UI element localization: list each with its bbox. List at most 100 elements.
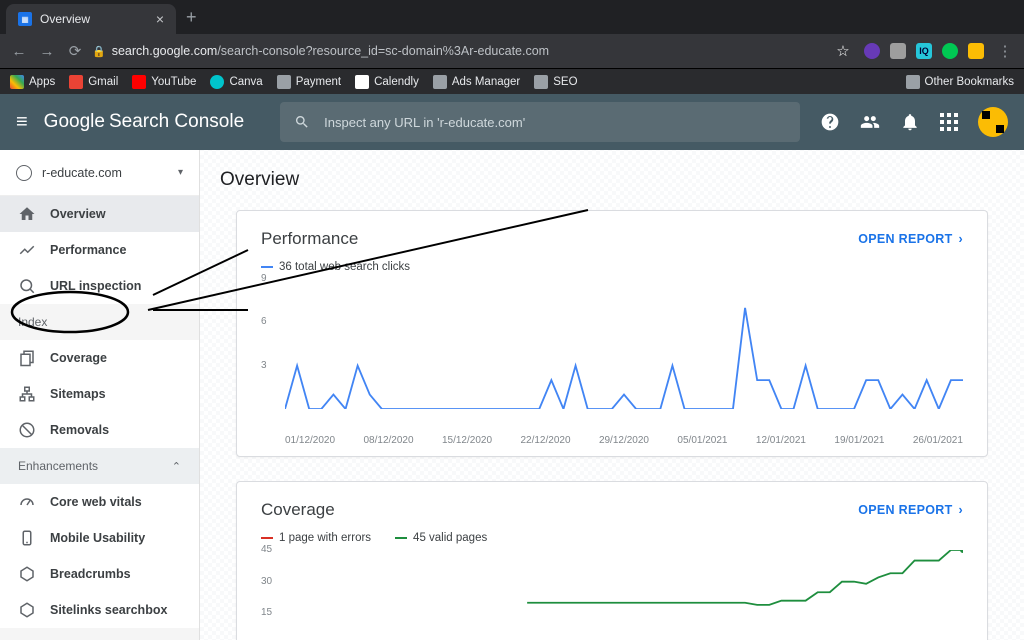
- property-name: r-educate.com: [42, 166, 122, 180]
- coverage-card: Coverage OPEN REPORT› 1 page with errors…: [236, 481, 988, 640]
- back-icon[interactable]: ←: [8, 40, 30, 62]
- xtick: 19/01/2021: [834, 435, 884, 446]
- hamburger-icon[interactable]: ≡: [16, 111, 28, 134]
- tab-bar: ▦ Overview × +: [0, 0, 1024, 34]
- address-bar: ← → ⟳ 🔒 search.google.com /search-consol…: [0, 34, 1024, 68]
- close-icon[interactable]: ×: [156, 11, 164, 27]
- sidebar-item-mobile-usability[interactable]: Mobile Usability: [0, 520, 199, 556]
- ytick: 15: [261, 607, 272, 618]
- gauge-icon: [18, 493, 36, 511]
- perf-legend: 36 total web search clicks: [261, 261, 963, 273]
- bk-ads[interactable]: Ads Manager: [433, 75, 520, 89]
- cov-chart: 153045: [261, 550, 963, 640]
- sidebar-item-breadcrumbs[interactable]: Breadcrumbs: [0, 556, 199, 592]
- bk-seo[interactable]: SEO: [534, 75, 577, 89]
- cov-legend: 1 page with errors 45 valid pages: [261, 532, 963, 544]
- sidebar-item-coverage[interactable]: Coverage: [0, 340, 199, 376]
- tab-title: Overview: [40, 12, 90, 26]
- chevron-right-icon: ›: [959, 232, 963, 246]
- favicon-icon: ▦: [18, 12, 32, 26]
- other-bookmarks[interactable]: Other Bookmarks: [906, 75, 1014, 89]
- sidebar-item-sitelinks-searchbox[interactable]: Sitelinks searchbox: [0, 592, 199, 628]
- sidebar-item-removals[interactable]: Removals: [0, 412, 199, 448]
- section-enhancements[interactable]: Enhancements⌃: [0, 448, 199, 484]
- url-field[interactable]: 🔒 search.google.com /search-console?reso…: [92, 44, 826, 58]
- perf-chart: 369: [261, 279, 963, 429]
- page-title: Overview: [200, 150, 1024, 210]
- ytick: 6: [261, 316, 267, 327]
- bk-apps[interactable]: Apps: [10, 75, 55, 89]
- section-security[interactable]: Security & Manual Actions⌄: [0, 628, 199, 640]
- sidebar: r-educate.com ▾ Overview Performance URL i…: [0, 150, 200, 640]
- bell-icon[interactable]: [900, 112, 920, 132]
- xtick: 15/12/2020: [442, 435, 492, 446]
- bk-youtube[interactable]: YouTube: [132, 75, 196, 89]
- xtick: 12/01/2021: [756, 435, 806, 446]
- ext-icon[interactable]: IQ: [916, 43, 932, 59]
- ytick: 3: [261, 360, 267, 371]
- section-index: Index: [0, 304, 199, 340]
- chevron-right-icon: ›: [959, 503, 963, 517]
- menu-icon[interactable]: ⋮: [994, 40, 1016, 62]
- new-tab-button[interactable]: +: [176, 7, 207, 34]
- browser-tab[interactable]: ▦ Overview ×: [6, 4, 176, 34]
- inspect-placeholder: Inspect any URL in 'r-educate.com': [324, 115, 525, 130]
- browser-chrome: ▦ Overview × + ← → ⟳ 🔒 search.google.com…: [0, 0, 1024, 94]
- bk-canva[interactable]: Canva: [210, 75, 262, 89]
- xtick: 05/01/2021: [677, 435, 727, 446]
- sidebar-item-sitemaps[interactable]: Sitemaps: [0, 376, 199, 412]
- performance-card: Performance OPEN REPORT› 36 total web se…: [236, 210, 988, 457]
- bk-payment[interactable]: Payment: [277, 75, 341, 89]
- sidebar-item-label: Core web vitals: [50, 495, 142, 509]
- xtick: 01/12/2020: [285, 435, 335, 446]
- ext-icon[interactable]: [890, 43, 906, 59]
- card-title: Performance: [261, 229, 358, 249]
- lock-icon: 🔒: [92, 45, 106, 58]
- chevron-up-icon: ⌃: [172, 460, 181, 473]
- avatar[interactable]: [978, 107, 1008, 137]
- people-icon[interactable]: [860, 112, 880, 132]
- star-icon[interactable]: ☆: [832, 40, 854, 62]
- forward-icon[interactable]: →: [36, 40, 58, 62]
- logo-google: Google: [44, 111, 105, 133]
- sidebar-item-label: Mobile Usability: [50, 531, 145, 545]
- globe-icon: [16, 165, 32, 181]
- ytick: 30: [261, 576, 272, 587]
- ext-icon[interactable]: [864, 43, 880, 59]
- chevron-down-icon: ▾: [178, 167, 183, 178]
- sitemap-icon: [18, 385, 36, 403]
- ytick: 9: [261, 273, 267, 284]
- sidebar-item-label: Performance: [50, 243, 126, 257]
- logo: Google Search Console: [44, 111, 244, 133]
- apps-icon[interactable]: [940, 113, 958, 131]
- sidebar-item-label: Sitelinks searchbox: [50, 603, 167, 617]
- open-report-link[interactable]: OPEN REPORT›: [858, 232, 963, 246]
- sidebar-item-url-inspection[interactable]: URL inspection: [0, 268, 199, 304]
- sidebar-item-core-web-vitals[interactable]: Core web vitals: [0, 484, 199, 520]
- sidebar-item-overview[interactable]: Overview: [0, 196, 199, 232]
- content-area: Overview Performance OPEN REPORT› 36 tot…: [200, 150, 1024, 640]
- xtick: 29/12/2020: [599, 435, 649, 446]
- ext-icon[interactable]: [968, 43, 984, 59]
- sidebar-item-label: Overview: [50, 207, 106, 221]
- open-report-link[interactable]: OPEN REPORT›: [858, 503, 963, 517]
- bk-calendly[interactable]: Calendly: [355, 75, 419, 89]
- xtick: 22/12/2020: [520, 435, 570, 446]
- url-icon: [18, 277, 36, 295]
- sidebar-item-label: Sitemaps: [50, 387, 106, 401]
- reload-icon[interactable]: ⟳: [64, 40, 86, 62]
- property-selector[interactable]: r-educate.com ▾: [0, 150, 199, 196]
- ytick: 45: [261, 544, 272, 555]
- bk-gmail[interactable]: Gmail: [69, 75, 118, 89]
- bookmarks-bar: Apps Gmail YouTube Canva Payment Calendl…: [0, 68, 1024, 94]
- perf-xaxis: 01/12/2020 08/12/2020 15/12/2020 22/12/2020…: [261, 435, 963, 446]
- help-icon[interactable]: [820, 112, 840, 132]
- sidebar-item-label: Coverage: [50, 351, 107, 365]
- bread-icon: [18, 565, 36, 583]
- xtick: 08/12/2020: [363, 435, 413, 446]
- sidebar-item-performance[interactable]: Performance: [0, 232, 199, 268]
- ext-icon[interactable]: [942, 43, 958, 59]
- inspect-url-input[interactable]: Inspect any URL in 'r-educate.com': [280, 102, 800, 142]
- url-path: /search-console?resource_id=sc-domain%3A…: [217, 44, 549, 58]
- pages-icon: [18, 349, 36, 367]
